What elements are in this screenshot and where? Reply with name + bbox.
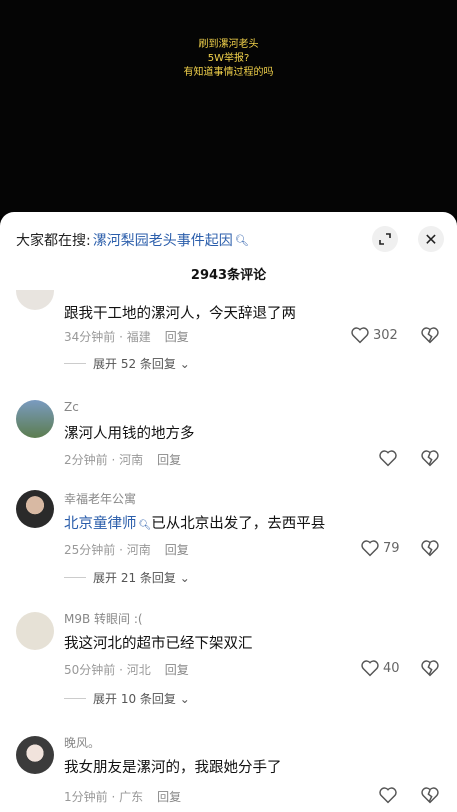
comment-user[interactable]: 晚风。 — [64, 734, 100, 751]
like-button[interactable] — [378, 449, 401, 467]
reply-button[interactable]: 回复 — [157, 453, 181, 467]
dislike-icon[interactable] — [420, 326, 440, 344]
dislike-icon[interactable] — [420, 449, 440, 467]
avatar[interactable] — [16, 612, 54, 650]
mention-link[interactable]: 北京童律师 — [64, 516, 137, 532]
comment-user[interactable]: M9B 转眼间 :( — [64, 610, 143, 627]
reply-button[interactable]: 回复 — [165, 663, 189, 677]
reply-button[interactable]: 回复 — [157, 790, 181, 804]
comment-meta: 1分钟前 · 广东 回复 — [64, 788, 181, 805]
comment-count: 2943条评论 — [190, 268, 267, 283]
overlay-line: 5W举报? — [207, 53, 250, 64]
heart-icon — [379, 450, 397, 467]
avatar[interactable] — [16, 400, 54, 438]
comment-body: 已从北京出发了，去西平县 — [151, 516, 326, 532]
comment-user[interactable]: Zc — [64, 400, 79, 414]
chevron-down-icon: ⌄ — [179, 691, 190, 706]
heart-icon — [361, 540, 379, 557]
search-icon: 🔍︎ — [138, 520, 152, 531]
comments-sheet: 大家都在搜: 漯河梨园老头事件起因 🔍︎ ✕ 2943条评论 跟我干工地的漯河人… — [0, 212, 457, 812]
expand-replies-label: 展开 52 条回复 — [93, 357, 176, 371]
like-button[interactable]: 79 — [360, 539, 400, 557]
reply-button[interactable]: 回复 — [165, 330, 189, 344]
video-overlay-text: 刷到漯河老头 5W举报? 有知道事情过程的吗 — [0, 38, 457, 80]
expand-replies[interactable]: 展开 52 条回复 ⌄ — [64, 355, 190, 372]
search-icon: 🔍︎ — [234, 233, 249, 247]
chevron-down-icon: ⌄ — [179, 570, 190, 585]
avatar[interactable] — [16, 490, 54, 528]
search-link[interactable]: 漯河梨园老头事件起因 — [93, 230, 233, 250]
comment-time: 1分钟前 · 广东 — [64, 790, 144, 804]
dislike-icon[interactable] — [420, 659, 440, 677]
reply-button[interactable]: 回复 — [165, 543, 189, 557]
comment-meta: 34分钟前 · 福建 回复 — [64, 328, 189, 345]
expand-replies-label: 展开 21 条回复 — [93, 571, 176, 585]
close-icon[interactable]: ✕ — [418, 226, 444, 252]
like-button[interactable]: 302 — [350, 326, 398, 344]
dislike-icon[interactable] — [420, 539, 440, 557]
comment-meta: 50分钟前 · 河北 回复 — [64, 661, 189, 678]
comment-time: 2分钟前 · 河南 — [64, 453, 144, 467]
heart-icon — [351, 327, 369, 344]
heart-icon — [361, 660, 379, 677]
comment-text: 北京童律师 🔍︎已从北京出发了，去西平县 — [64, 512, 325, 533]
comment-text: 跟我干工地的漯河人，今天辞退了两 — [64, 306, 296, 322]
expand-replies[interactable]: 展开 21 条回复 ⌄ — [64, 569, 190, 586]
comment-meta: 25分钟前 · 河南 回复 — [64, 541, 189, 558]
overlay-line: 有知道事情过程的吗 — [183, 67, 274, 78]
comment-time: 34分钟前 · 福建 — [64, 330, 151, 344]
search-prefix: 大家都在搜: — [16, 233, 91, 249]
like-button[interactable] — [378, 786, 401, 804]
comment-time: 25分钟前 · 河南 — [64, 543, 151, 557]
comment-text: 我女朋友是漯河的，我跟她分手了 — [64, 760, 282, 776]
like-button[interactable]: 40 — [360, 659, 400, 677]
comment-user[interactable]: 幸福老年公寓 — [64, 490, 136, 507]
video-area[interactable]: 刷到漯河老头 5W举报? 有知道事情过程的吗 — [0, 0, 457, 216]
like-count: 302 — [373, 327, 398, 343]
comment-text: 漯河人用钱的地方多 — [64, 426, 195, 442]
comment-text: 我这河北的超市已经下架双汇 — [64, 636, 253, 652]
overlay-line: 刷到漯河老头 — [198, 39, 259, 50]
like-count: 40 — [383, 660, 400, 676]
heart-icon — [379, 787, 397, 804]
avatar[interactable] — [16, 290, 54, 310]
avatar[interactable] — [16, 736, 54, 774]
expand-icon[interactable] — [372, 226, 398, 252]
chevron-down-icon: ⌄ — [179, 356, 190, 371]
expand-replies[interactable]: 展开 10 条回复 ⌄ — [64, 690, 190, 707]
like-count: 79 — [383, 540, 400, 556]
comment-meta: 2分钟前 · 河南 回复 — [64, 451, 181, 468]
expand-replies-label: 展开 10 条回复 — [93, 692, 176, 706]
comment-time: 50分钟前 · 河北 — [64, 663, 151, 677]
dislike-icon[interactable] — [420, 786, 440, 804]
